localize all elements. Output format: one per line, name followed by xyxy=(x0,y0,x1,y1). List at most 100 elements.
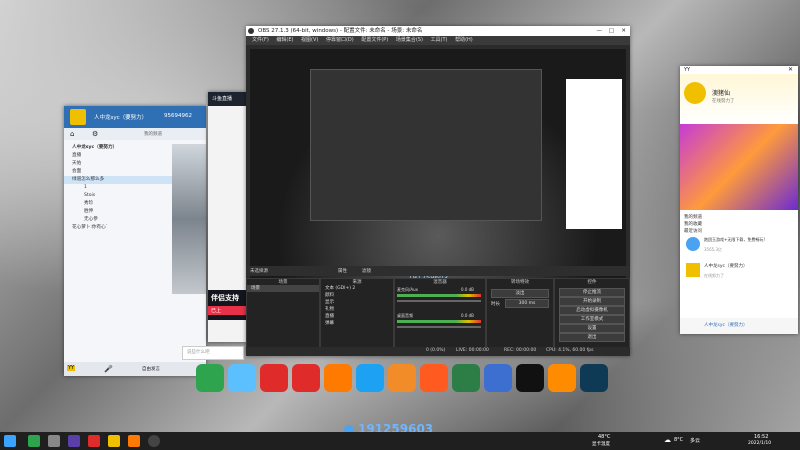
tree-item[interactable]: 1 xyxy=(64,184,174,192)
source-item[interactable]: 显示 xyxy=(321,299,393,306)
close-icon[interactable]: ✕ xyxy=(621,26,626,36)
list-item[interactable]: 我的频道 xyxy=(680,214,798,221)
tree-item[interactable]: 天佑 xyxy=(64,160,174,168)
avatar[interactable] xyxy=(684,82,706,104)
menu-item[interactable]: 工具(T) xyxy=(431,37,448,43)
source-item[interactable]: 礼物 xyxy=(321,306,393,313)
taskbar-app-icon[interactable] xyxy=(108,435,120,447)
stop-stream-button[interactable]: 停止推流 xyxy=(559,288,625,297)
source-toolbar: 未选择源 属性 滤镜 xyxy=(246,266,630,276)
avatar[interactable] xyxy=(70,109,86,125)
properties-button[interactable]: 属性 xyxy=(338,268,347,274)
message-input[interactable]: 说些什么吧 xyxy=(182,346,244,360)
tree-item[interactable]: 秀珍 xyxy=(64,200,174,208)
app-icon[interactable] xyxy=(484,364,512,392)
promo-banner[interactable] xyxy=(680,124,798,210)
avatar xyxy=(686,263,700,277)
menu-item[interactable]: 停靠窗口(D) xyxy=(326,37,354,43)
app-icon[interactable] xyxy=(548,364,576,392)
volume-meter xyxy=(397,320,481,323)
list-item[interactable]: 最近访问 xyxy=(680,228,798,235)
settings-button[interactable]: 设置 xyxy=(559,324,625,333)
app-icon[interactable] xyxy=(516,364,544,392)
virtual-camera-button[interactable]: 启动虚拟摄像机 xyxy=(559,306,625,315)
app-icon[interactable] xyxy=(324,364,352,392)
tree-item[interactable]: 花心萝卜:你有心` xyxy=(64,224,174,232)
app-icon[interactable] xyxy=(292,364,320,392)
menu-item[interactable]: 视图(V) xyxy=(301,37,318,43)
side-image xyxy=(172,144,206,294)
scene-item[interactable]: 场景 xyxy=(247,285,319,292)
taskbar-app-icon[interactable] xyxy=(88,435,100,447)
app-icon[interactable] xyxy=(260,364,288,392)
volume-slider[interactable] xyxy=(397,300,481,302)
maximize-icon[interactable]: □ xyxy=(609,26,614,36)
mic-icon[interactable]: 🎤 xyxy=(104,365,113,373)
weather-icon: ☁ xyxy=(664,436,671,444)
source-item[interactable]: 颜料 xyxy=(321,292,393,299)
duration-input[interactable]: 300 ms xyxy=(505,299,549,308)
gpu-temp-label: 显卡温度 xyxy=(592,442,610,447)
rec-item[interactable]: 人中龙syc（要努力） 在线努力了 xyxy=(680,261,798,287)
volume-slider[interactable] xyxy=(397,326,481,328)
tree-item[interactable]: 无心参 xyxy=(64,216,174,224)
search-icon[interactable]: ⌂ xyxy=(70,130,74,138)
app-icon[interactable] xyxy=(356,364,384,392)
app-icon[interactable] xyxy=(196,364,224,392)
studio-mode-button[interactable]: 工作室模式 xyxy=(559,315,625,324)
weather-desc[interactable]: 多云 xyxy=(690,437,700,444)
sources-dock: 来源 文本 (GDI+) 2 颜料 显示 礼物 直播 弹幕 xyxy=(320,278,394,348)
close-icon[interactable]: ✕ xyxy=(788,66,793,73)
source-item[interactable]: 弹幕 xyxy=(321,320,393,327)
status-bar: 0 (0.0%) LIVE: 00:00:00 REC: 00:00:00 CP… xyxy=(246,347,630,356)
free-speak-button[interactable]: 自由发言 xyxy=(142,366,160,372)
menu-item[interactable]: 配置文件(P) xyxy=(361,37,388,43)
weather-temp[interactable]: 8°C xyxy=(674,437,683,443)
yy-window: YY ✕ 澳猪仙 在线努力了 我的频道 我的收藏 最近访问 跑团玉游戏+无限下载… xyxy=(680,66,798,334)
nested-yy-panel xyxy=(566,79,622,229)
tree-item[interactable]: 直播 xyxy=(64,152,174,160)
tree-item[interactable]: 会面 xyxy=(64,168,174,176)
gear-icon[interactable]: ⚙ xyxy=(92,130,98,138)
obs-taskbar-icon[interactable] xyxy=(148,435,160,447)
app-icon[interactable] xyxy=(420,364,448,392)
source-item[interactable]: 直播 xyxy=(321,313,393,320)
tab-my-channel[interactable]: 我的频道 xyxy=(144,131,162,137)
mixer-dock: 混音器 麦克风/Aux 0.0 dB 桌面音频 0.0 dB xyxy=(394,278,486,348)
tree-item[interactable]: 人中龙syc（要努力） xyxy=(64,144,174,152)
tree-item-selected[interactable]: 绿道怎么那么多 xyxy=(64,176,174,184)
volume-meter xyxy=(397,294,481,297)
app-icon[interactable] xyxy=(580,364,608,392)
menu-item[interactable]: 场景集合(S) xyxy=(396,37,423,43)
user-name: 澳猪仙 xyxy=(712,90,731,97)
app-icon[interactable] xyxy=(452,364,480,392)
user-status: 在线努力了 xyxy=(712,99,735,104)
window-title: OBS 27.1.3 (64-bit, windows) - 配置文件: 未命名… xyxy=(246,26,630,36)
transition-select[interactable]: 淡出 xyxy=(491,289,549,298)
start-recording-button[interactable]: 开始录制 xyxy=(559,297,625,306)
menu-item[interactable]: 帮助(H) xyxy=(455,37,473,43)
source-item[interactable]: 文本 (GDI+) 2 xyxy=(321,285,393,292)
app-icon[interactable] xyxy=(228,364,256,392)
taskbar-app-icon[interactable] xyxy=(48,435,60,447)
gpu-temp: 48°C xyxy=(598,434,611,440)
taskbar-app-icon[interactable] xyxy=(128,435,140,447)
controls-dock: 控件 停止推流 开始录制 启动虚拟摄像机 工作室模式 设置 退出 xyxy=(554,278,630,348)
clock-date[interactable]: 2022/1/10 xyxy=(748,441,771,446)
taskbar-app-icon[interactable] xyxy=(68,435,80,447)
menu-item[interactable]: 文件(F) xyxy=(252,37,269,43)
windows-start-icon[interactable] xyxy=(4,435,16,447)
tree-item[interactable]: 胜伸 xyxy=(64,208,174,216)
preview-canvas[interactable]: 191259603 xyxy=(250,49,626,283)
filters-button[interactable]: 滤镜 xyxy=(362,268,371,274)
app-icon[interactable] xyxy=(388,364,416,392)
promo-banner[interactable]: 伴侣支持 已上 xyxy=(208,290,246,320)
list-item[interactable]: 我的收藏 xyxy=(680,221,798,228)
minimize-icon[interactable]: — xyxy=(597,26,603,36)
tree-item[interactable]: Stois xyxy=(64,192,174,200)
clock-time[interactable]: 16:52 xyxy=(754,434,768,440)
rec-item[interactable]: 跑团玉游戏+无限下载，免费畅玩! 3565,3亿 xyxy=(680,235,798,261)
exit-button[interactable]: 退出 xyxy=(559,333,625,342)
taskbar-app-icon[interactable] xyxy=(28,435,40,447)
menu-item[interactable]: 编辑(E) xyxy=(276,37,293,43)
